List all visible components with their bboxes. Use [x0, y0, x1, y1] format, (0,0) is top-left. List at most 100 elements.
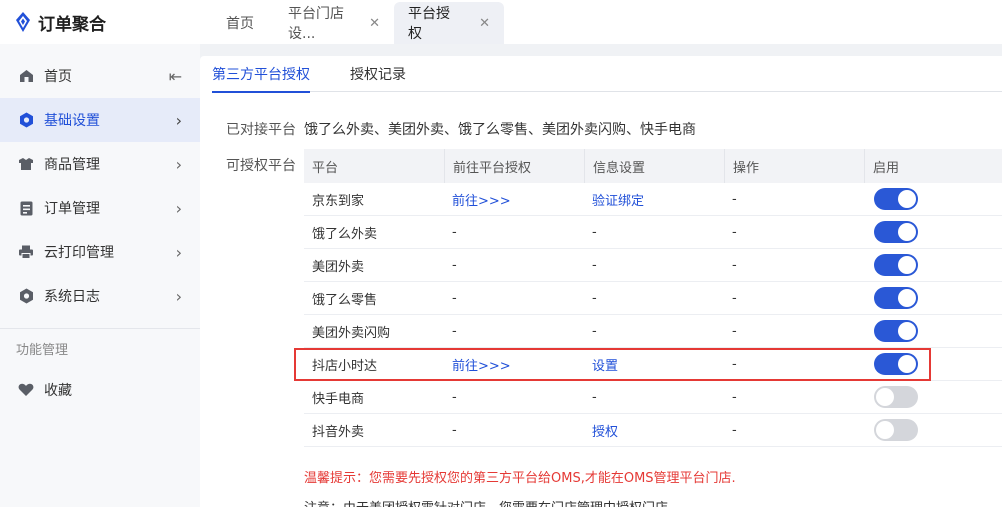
operation-cell-text: -: [732, 422, 737, 438]
operation-cell: -: [724, 282, 864, 314]
enable-cell: [864, 249, 1002, 281]
sidebar-item-basic-settings[interactable]: 基础设置 ›: [0, 98, 200, 142]
platform-cell: 快手电商: [304, 381, 444, 413]
goto-cell: -: [444, 216, 584, 248]
connected-platforms-value: 饿了么外卖、美团外卖、饿了么零售、美团外卖闪购、快手电商: [304, 122, 696, 138]
tab-platform-authorization[interactable]: 平台授权 ✕: [394, 2, 504, 44]
goto-cell: -: [444, 282, 584, 314]
info-cell: -: [584, 282, 724, 314]
sidebar-item-orders[interactable]: 订单管理 ›: [0, 186, 200, 230]
sidebar-item-label: 云打印管理: [44, 245, 114, 261]
toggle-knob: [898, 223, 916, 241]
enable-cell: [864, 282, 1002, 314]
column-header: 操作: [724, 149, 864, 183]
operation-cell-text: -: [732, 257, 737, 273]
platform-cell-text: 快手电商: [312, 391, 365, 407]
chevron-right-icon: ›: [175, 199, 182, 218]
highlight-box: [294, 348, 931, 381]
platform-table: 平台 前往平台授权 信息设置 操作 启用 京东到家 前往>>> 验证绑定 - 饿了么外卖…: [304, 149, 1002, 447]
sidebar-item-favorites[interactable]: 收藏: [0, 368, 200, 412]
authorizable-platforms-label: 可授权平台: [226, 158, 296, 174]
platform-cell: 京东到家: [304, 183, 444, 215]
tab-authorization-records[interactable]: 授权记录: [350, 56, 406, 92]
table-row: 美团外卖 - - -: [304, 249, 1002, 282]
operation-cell: -: [724, 249, 864, 281]
enable-cell: [864, 414, 1002, 446]
operation-cell: -: [724, 381, 864, 413]
goto-cell: -: [444, 381, 584, 413]
enable-toggle[interactable]: [874, 254, 918, 276]
sidebar-item-label: 系统日志: [44, 289, 100, 305]
table-body: 京东到家 前往>>> 验证绑定 - 饿了么外卖 - - - 美团外卖 - - - 饿了么零售 - - - 美团外…: [304, 183, 1002, 447]
goto-cell-text: -: [452, 389, 457, 405]
enable-cell: [864, 315, 1002, 347]
chevron-right-icon: ›: [175, 287, 182, 306]
platform-cell: 饿了么外卖: [304, 216, 444, 248]
sidebar-group-title: 功能管理: [0, 328, 200, 368]
info-cell: -: [584, 216, 724, 248]
tab-third-party-authorization[interactable]: 第三方平台授权: [212, 56, 310, 93]
close-icon[interactable]: ✕: [369, 16, 380, 31]
toggle-knob: [876, 388, 894, 406]
toggle-knob: [898, 289, 916, 307]
connected-platforms-label: 已对接平台: [226, 122, 296, 138]
operation-cell: -: [724, 183, 864, 215]
operation-cell: -: [724, 216, 864, 248]
order-icon: [18, 200, 34, 216]
goto-cell-text: -: [452, 290, 457, 306]
toggle-knob: [898, 256, 916, 274]
table-row: 抖音外卖 - 授权 -: [304, 414, 1002, 447]
operation-cell-text: -: [732, 224, 737, 240]
platform-cell: 美团外卖闪购: [304, 315, 444, 347]
sub-tabs: 第三方平台授权 授权记录: [212, 56, 1002, 93]
platform-cell-text: 美团外卖闪购: [312, 325, 391, 341]
toggle-knob: [876, 421, 894, 439]
goto-authorize-link[interactable]: 前往>>>: [444, 183, 584, 215]
goto-authorize-link-text[interactable]: 前往>>>: [452, 190, 511, 209]
platform-cell-text: 京东到家: [312, 193, 365, 209]
close-icon[interactable]: ✕: [479, 16, 490, 31]
sidebar-item-system-log[interactable]: 系统日志 ›: [0, 274, 200, 318]
goto-cell-text: -: [452, 323, 457, 339]
tab-platform-store-settings[interactable]: 平台门店设... ✕: [274, 2, 394, 44]
enable-toggle[interactable]: [874, 188, 918, 210]
table-row: 饿了么外卖 - - -: [304, 216, 1002, 249]
chevron-right-icon: ›: [175, 111, 182, 130]
heart-icon: [18, 382, 34, 398]
info-settings-link-text[interactable]: 授权: [592, 421, 618, 440]
sidebar: 首页 ⇤ 基础设置 › 商品管理 › 订单管理 › 云打印管理 › 系统日志 ›: [0, 44, 200, 507]
info-settings-link[interactable]: 授权: [584, 414, 724, 446]
sidebar-item-cloud-print[interactable]: 云打印管理 ›: [0, 230, 200, 274]
collapse-sidebar-icon[interactable]: ⇤: [169, 67, 182, 86]
chevron-right-icon: ›: [175, 243, 182, 262]
app-title: 订单聚合: [38, 14, 106, 35]
sidebar-item-label: 商品管理: [44, 157, 100, 173]
info-settings-link[interactable]: 验证绑定: [584, 183, 724, 215]
enable-toggle[interactable]: [874, 287, 918, 309]
enable-toggle[interactable]: [874, 221, 918, 243]
platform-cell: 饿了么零售: [304, 282, 444, 314]
table-row: 京东到家 前往>>> 验证绑定 -: [304, 183, 1002, 216]
info-settings-link-text[interactable]: 验证绑定: [592, 190, 644, 209]
column-header: 信息设置: [584, 149, 724, 183]
sidebar-item-home[interactable]: 首页 ⇤: [0, 54, 200, 98]
column-header: 平台: [312, 160, 339, 176]
enable-toggle[interactable]: [874, 320, 918, 342]
enable-cell: [864, 183, 1002, 215]
operation-cell: -: [724, 414, 864, 446]
enable-cell: [864, 381, 1002, 413]
platform-cell: 美团外卖: [304, 249, 444, 281]
tab-home[interactable]: 首页: [212, 2, 274, 44]
goto-cell-text: -: [452, 224, 457, 240]
enable-toggle[interactable]: [874, 386, 918, 408]
table-row: 美团外卖闪购 - - -: [304, 315, 1002, 348]
sidebar-item-label: 收藏: [44, 383, 72, 399]
tab-label: 首页: [226, 16, 254, 32]
column-header: 启用: [864, 149, 1002, 183]
printer-icon: [18, 244, 34, 260]
enable-toggle[interactable]: [874, 419, 918, 441]
operation-cell-text: -: [732, 389, 737, 405]
sidebar-item-products[interactable]: 商品管理 ›: [0, 142, 200, 186]
info-cell-text: -: [592, 257, 597, 273]
app-logo[interactable]: 订单聚合: [14, 10, 106, 35]
